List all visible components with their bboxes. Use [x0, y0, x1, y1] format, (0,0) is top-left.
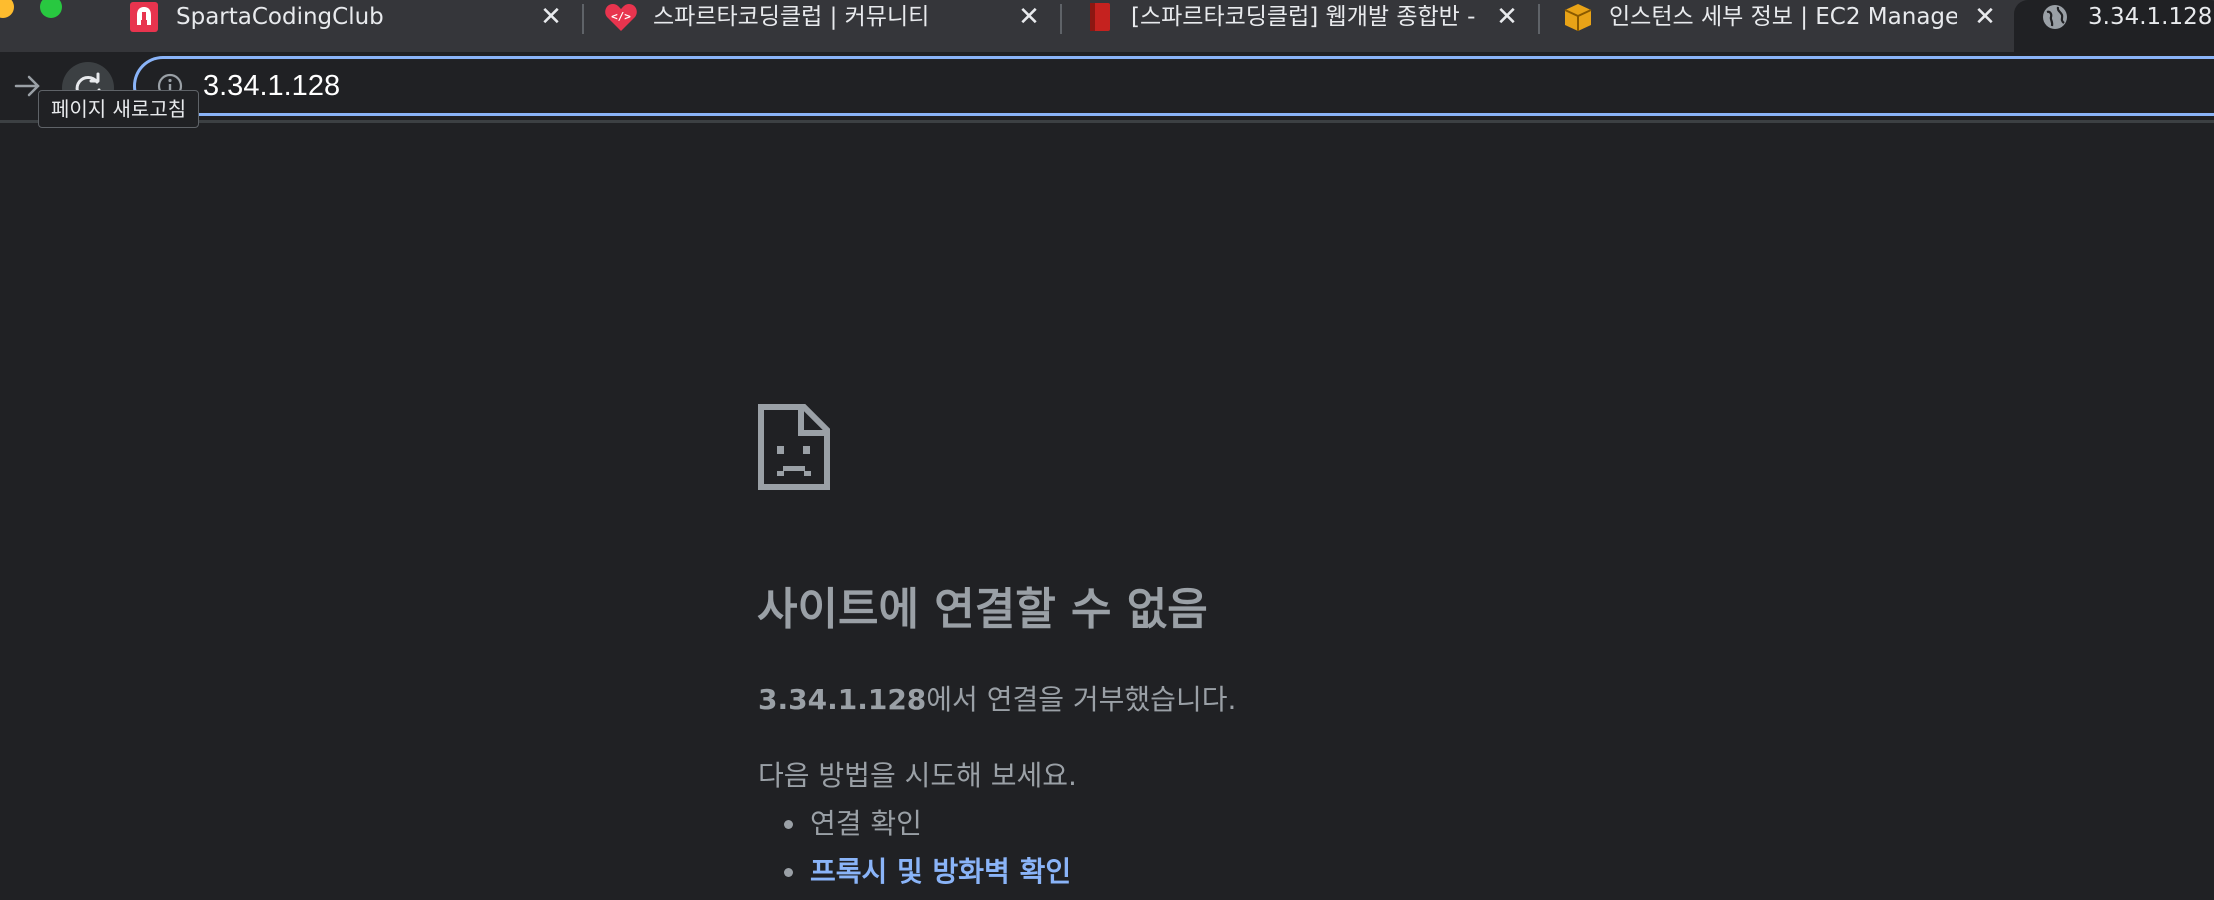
address-bar-url[interactable]: 3.34.1.128 — [203, 66, 340, 106]
tab-title-4[interactable]: 인스턴스 세부 정보 | EC2 Manager — [1609, 0, 1957, 34]
error-host: 3.34.1.128 — [758, 683, 927, 716]
suggestions-heading: 다음 방법을 시도해 보세요. — [758, 759, 1077, 792]
error-description: 3.34.1.128에서 연결을 거부했습니다. — [758, 680, 1236, 720]
tab-close-3-icon[interactable]: ✕ — [1492, 0, 1522, 34]
list-item: 연결 확인 — [784, 804, 1071, 852]
tab-title-3[interactable]: [스파르타코딩클럽] 웹개발 종합반 - — [1131, 0, 1475, 34]
error-title: 사이트에 연결할 수 없음 — [757, 584, 1208, 635]
minimize-window-button[interactable] — [0, 0, 14, 18]
suggestion-check-connection: 연결 확인 — [810, 807, 922, 840]
proxy-firewall-link[interactable]: 프록시 및 방화벽 확인 — [810, 855, 1071, 888]
svg-text:</>: </> — [611, 10, 631, 23]
reload-tooltip: 페이지 새로고침 — [38, 90, 200, 128]
bullet — [784, 820, 793, 829]
tab-close-2-icon[interactable]: ✕ — [1014, 0, 1044, 34]
tab-separator — [582, 4, 584, 34]
toolbar-divider — [0, 120, 2214, 123]
tab-separator — [1538, 4, 1540, 34]
error-message: 에서 연결을 거부했습니다. — [926, 683, 1237, 716]
tab-close-1-icon[interactable]: ✕ — [536, 0, 566, 34]
box-icon — [1561, 0, 1595, 34]
tab-title-1[interactable]: SpartaCodingClub — [176, 0, 506, 34]
globe-icon — [2038, 0, 2072, 34]
zoom-window-button[interactable] — [40, 0, 62, 18]
code-heart-icon: </> — [604, 0, 638, 34]
tab-title-5[interactable]: 3.34.1.128 — [2088, 0, 2214, 34]
sparta-helmet-icon — [127, 0, 161, 34]
list-item: 프록시 및 방화벽 확인 — [784, 852, 1071, 900]
suggestions-list: 연결 확인 프록시 및 방화벽 확인 — [784, 804, 1071, 900]
sad-document-icon — [758, 404, 830, 490]
tab-close-4-icon[interactable]: ✕ — [1970, 0, 2000, 34]
tab-strip: SpartaCodingClub ✕ </> 스파르타코딩클럽 | 커뮤니티 ✕… — [0, 0, 2214, 52]
bullet — [784, 868, 793, 877]
address-bar[interactable] — [133, 56, 2214, 116]
red-book-icon — [1083, 0, 1117, 34]
tab-title-2[interactable]: 스파르타코딩클럽 | 커뮤니티 — [653, 0, 983, 34]
tab-separator — [1060, 4, 1062, 34]
